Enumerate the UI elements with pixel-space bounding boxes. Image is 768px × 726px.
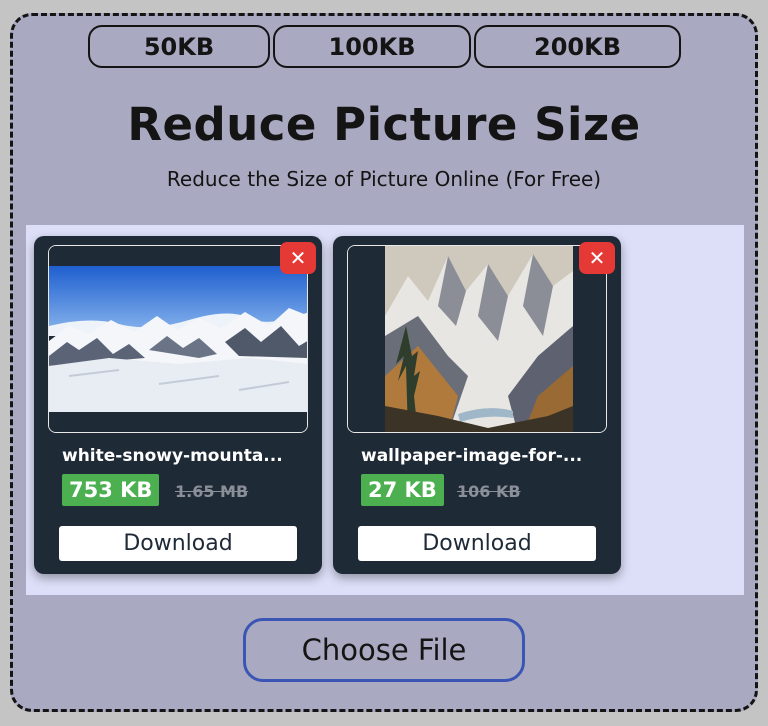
page-subtitle: Reduce the Size of Picture Online (For F… <box>166 167 602 191</box>
remove-file-button[interactable]: ✕ <box>280 242 316 274</box>
compressed-size-badge: 27 KB <box>361 474 444 506</box>
file-card: ✕ white-snowy-mounta... 753 KB 1.65 MB D… <box>34 236 322 574</box>
original-size: 106 KB <box>457 482 521 501</box>
mountain-wallpaper-image <box>348 246 606 432</box>
download-button[interactable]: Download <box>358 526 596 561</box>
file-card: ✕ wallpaper-image-for-... 27 KB 106 KB D… <box>333 236 621 574</box>
choose-file-button[interactable]: Choose File <box>243 618 525 682</box>
compressed-size-badge: 753 KB <box>62 474 160 506</box>
size-50kb-button[interactable]: 50KB <box>88 25 270 68</box>
image-thumbnail <box>48 245 308 433</box>
size-100kb-button[interactable]: 100KB <box>273 25 471 68</box>
file-name: white-snowy-mounta... <box>62 446 283 466</box>
file-name: wallpaper-image-for-... <box>361 446 583 466</box>
page-title: Reduce Picture Size <box>127 98 641 151</box>
original-size: 1.65 MB <box>175 482 249 501</box>
size-200kb-button[interactable]: 200KB <box>474 25 681 68</box>
image-thumbnail <box>347 245 607 433</box>
remove-file-button[interactable]: ✕ <box>579 242 615 274</box>
snowy-mountain-image <box>49 246 307 432</box>
download-button[interactable]: Download <box>59 526 297 561</box>
